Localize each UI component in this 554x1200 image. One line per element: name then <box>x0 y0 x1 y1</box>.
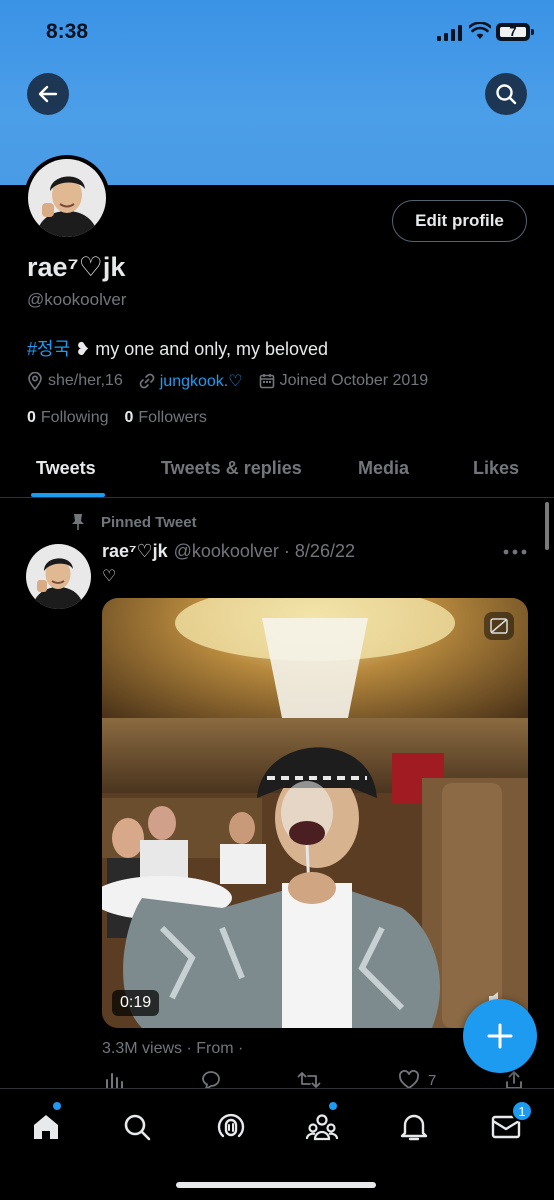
search-icon <box>496 84 517 105</box>
tweet-author-name[interactable]: rae⁷♡jk <box>102 541 168 562</box>
stats-icon <box>106 1073 123 1089</box>
link-icon <box>139 373 155 389</box>
nav-home[interactable] <box>24 1107 68 1147</box>
nav-search[interactable] <box>115 1107 159 1147</box>
battery-level: 7 <box>509 24 517 39</box>
captions-icon <box>490 618 508 634</box>
avatar-image <box>26 544 91 609</box>
messages-badge: 1 <box>511 1100 533 1122</box>
active-tab-indicator <box>31 493 105 497</box>
following-count: 0 <box>27 409 36 426</box>
display-name: rae⁷♡jk <box>27 252 126 282</box>
avatar-image <box>28 159 106 237</box>
tweet-text: ♡ <box>102 568 117 585</box>
share-icon <box>506 1071 522 1089</box>
followers-label: Followers <box>138 409 207 426</box>
edit-profile-button[interactable]: Edit profile <box>392 200 527 242</box>
tab-likes[interactable]: Likes <box>473 458 519 479</box>
meta-joined: Joined October 2019 <box>259 372 429 390</box>
home-indicator[interactable] <box>176 1182 376 1188</box>
profile-bio: #정국 ❥ my one and only, my beloved <box>27 335 328 361</box>
nav-notifications[interactable] <box>392 1107 436 1147</box>
calendar-icon <box>259 374 274 389</box>
video-duration: 0:19 <box>112 990 160 1016</box>
profile-avatar[interactable] <box>24 155 110 241</box>
bio-hashtag[interactable]: #정국 <box>27 339 70 359</box>
share-button[interactable] <box>504 1070 524 1090</box>
search-button[interactable] <box>485 73 527 115</box>
profile-handle: @kookoolver <box>27 290 127 309</box>
pinned-label: Pinned Tweet <box>101 513 197 531</box>
compose-button[interactable] <box>463 999 537 1073</box>
bell-icon <box>400 1114 428 1141</box>
joined-text: Joined October 2019 <box>279 372 429 389</box>
following-link[interactable]: 0 Following <box>27 409 109 427</box>
link-text[interactable]: jungkook.♡ <box>160 371 243 391</box>
location-text: she/her,16 <box>48 372 123 389</box>
tab-media[interactable]: Media <box>358 458 409 479</box>
tab-tweets-and-replies[interactable]: Tweets & replies <box>161 458 302 479</box>
pin-icon <box>72 514 84 530</box>
reply-icon <box>202 1071 220 1090</box>
communities-unread-dot <box>329 1102 337 1110</box>
following-label: Following <box>40 409 109 426</box>
profile-tabs: Tweets Tweets & replies Media Likes <box>0 440 554 498</box>
followers-link[interactable]: 0 Followers <box>125 409 207 427</box>
tweet-actions: 7 <box>102 1068 532 1090</box>
spaces-icon <box>217 1113 245 1138</box>
tweet-avatar[interactable] <box>26 544 91 609</box>
meta-link[interactable]: jungkook.♡ <box>139 371 243 391</box>
tweet-header: rae⁷♡jk @kookoolver · 8/26/22 <box>102 541 355 562</box>
back-arrow-icon <box>38 85 58 103</box>
meta-location: she/her,16 <box>27 372 123 390</box>
wifi-icon <box>469 22 491 39</box>
status-time: 8:38 <box>46 20 89 43</box>
follow-stats: 0 Following 0 Followers <box>27 409 223 427</box>
tab-tweets[interactable]: Tweets <box>36 458 96 479</box>
reply-button[interactable] <box>200 1070 222 1090</box>
followers-count: 0 <box>124 409 134 426</box>
status-bar: 8:38 7 <box>0 0 554 66</box>
scrollbar[interactable] <box>545 502 549 550</box>
location-icon <box>28 372 42 390</box>
like-count: 7 <box>428 1071 437 1089</box>
compose-icon <box>487 1023 513 1049</box>
back-button[interactable] <box>27 73 69 115</box>
captions-button[interactable] <box>484 612 514 640</box>
retweet-button[interactable] <box>297 1070 321 1090</box>
nav-spaces[interactable] <box>209 1107 253 1147</box>
pinned-indicator: Pinned Tweet <box>70 513 197 531</box>
profile-meta: she/her,16 jungkook.♡ Joined October 201… <box>27 370 444 392</box>
nav-communities[interactable] <box>300 1107 344 1147</box>
tweet-views: 3.3M views · From · <box>102 1040 244 1057</box>
more-icon[interactable] <box>502 548 528 556</box>
home-icon <box>34 1115 58 1139</box>
bio-text: ❥ my one and only, my beloved <box>70 339 329 359</box>
stats-button[interactable] <box>104 1070 124 1090</box>
home-unread-dot <box>53 1102 61 1110</box>
video-thumbnail <box>102 598 528 1028</box>
signal-icon <box>437 25 462 41</box>
search-icon <box>124 1114 151 1141</box>
communities-icon <box>306 1114 338 1141</box>
battery-icon: 7 <box>496 23 530 41</box>
tweet-video[interactable]: 0:19 <box>102 598 528 1028</box>
tweet-author-handle: @kookoolver · 8/26/22 <box>173 541 355 561</box>
like-button[interactable]: 7 <box>398 1070 436 1090</box>
retweet-icon <box>297 1072 321 1088</box>
like-icon <box>399 1070 419 1090</box>
